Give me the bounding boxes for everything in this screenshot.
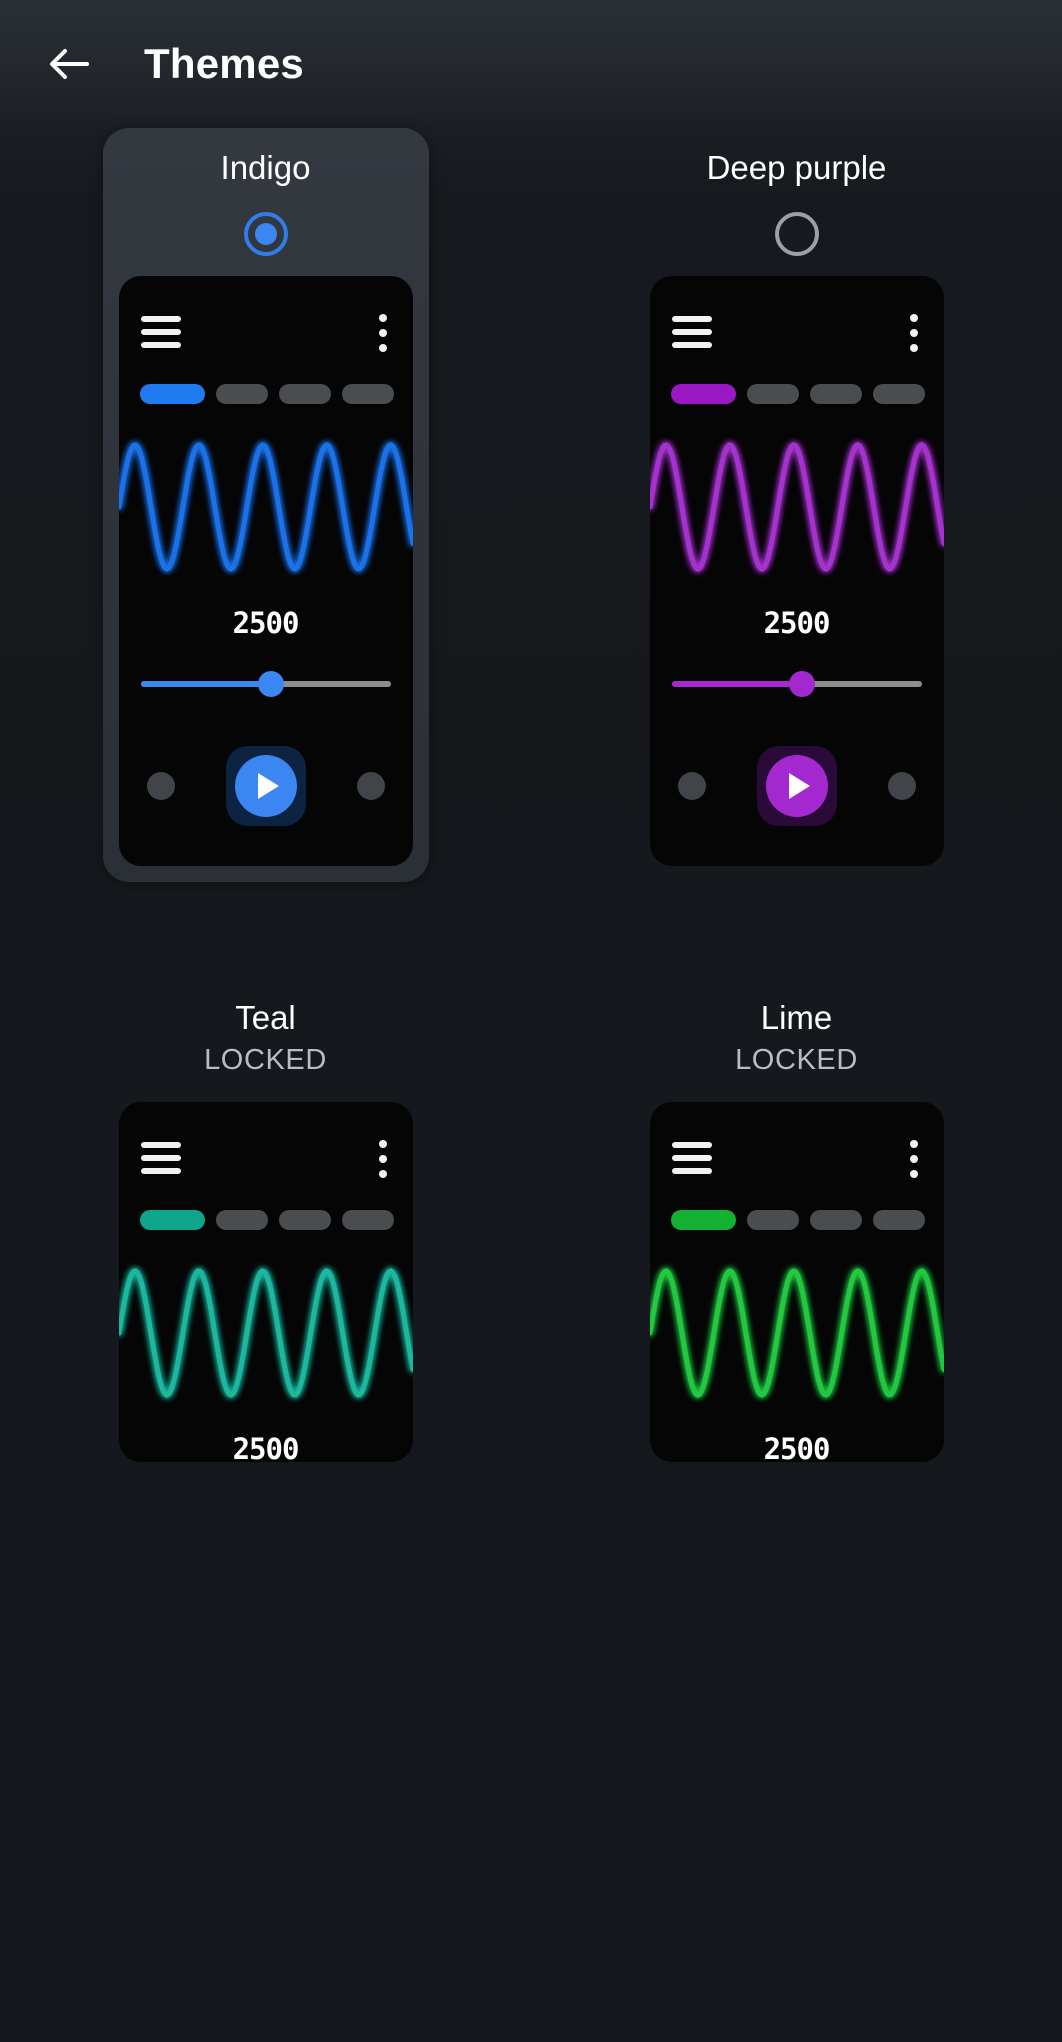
play-button[interactable] — [225, 746, 306, 826]
theme-preview[interactable]: 2500 — [649, 1102, 944, 1462]
preview-top-bar — [119, 1136, 413, 1184]
slider-thumb[interactable] — [788, 671, 815, 697]
preview-pill-row — [670, 384, 925, 404]
theme-option-deep-purple[interactable]: Deep purple 2500 — [634, 128, 960, 882]
preview-pill[interactable] — [872, 1210, 925, 1230]
preview-pill[interactable] — [278, 1210, 331, 1230]
frequency-value: 2500 — [763, 606, 831, 640]
kebab-menu-icon[interactable] — [908, 1140, 920, 1178]
theme-cell: Deep purple 2500 — [531, 128, 1062, 882]
theme-cell: Teal LOCKED 2500 — [0, 978, 531, 1478]
theme-grid: Indigo 2500 Deep purple 2500 Teal LOCKED 2500 L… — [0, 128, 1062, 1478]
slider-fill — [671, 681, 802, 687]
themes-screen: Themes Indigo 2500 Deep purple 2500 Teal LOCK… — [0, 0, 1062, 2042]
slider-thumb[interactable] — [257, 671, 284, 697]
frequency-value: 2500 — [763, 1432, 831, 1462]
theme-name-label: Indigo — [220, 149, 311, 186]
previous-dot-button[interactable] — [677, 772, 706, 800]
preview-pill[interactable] — [746, 384, 799, 404]
theme-option-teal[interactable]: Teal LOCKED 2500 — [103, 978, 429, 1478]
preview-pill[interactable] — [215, 384, 268, 404]
play-icon — [257, 773, 279, 799]
waveform-graph — [649, 1250, 944, 1416]
preview-pill[interactable] — [278, 384, 331, 404]
theme-option-indigo[interactable]: Indigo 2500 — [102, 128, 429, 882]
preview-top-bar — [650, 310, 944, 358]
play-icon — [788, 773, 810, 799]
preview-pill-row — [139, 1210, 394, 1230]
app-bar: Themes — [0, 0, 1062, 128]
theme-preview[interactable]: 2500 — [649, 276, 944, 866]
next-dot-button[interactable] — [887, 772, 916, 800]
preview-pill[interactable] — [139, 384, 205, 404]
preview-top-bar — [119, 310, 413, 358]
preview-pill[interactable] — [670, 384, 736, 404]
preview-pill[interactable] — [341, 1210, 394, 1230]
preview-pill[interactable] — [809, 384, 862, 404]
back-button[interactable] — [26, 21, 112, 107]
transport-controls — [119, 746, 413, 826]
waveform-graph — [118, 1250, 413, 1416]
transport-controls — [650, 746, 944, 826]
waveform-graph — [649, 424, 944, 590]
frequency-value: 2500 — [232, 606, 300, 640]
play-button[interactable] — [756, 746, 837, 826]
preview-pill[interactable] — [746, 1210, 799, 1230]
theme-name-label: Lime — [760, 999, 833, 1036]
next-dot-button[interactable] — [356, 772, 385, 800]
preview-pill[interactable] — [139, 1210, 205, 1230]
preview-pill-row — [139, 384, 394, 404]
theme-cell: Indigo 2500 — [0, 128, 531, 882]
preview-pill[interactable] — [809, 1210, 862, 1230]
theme-radio-indigo[interactable] — [243, 212, 288, 256]
kebab-menu-icon[interactable] — [377, 1140, 389, 1178]
preview-pill[interactable] — [215, 1210, 268, 1230]
frequency-slider[interactable] — [671, 671, 922, 697]
frequency-slider[interactable] — [140, 671, 391, 697]
preview-pill-row — [670, 1210, 925, 1230]
row-spacer — [0, 882, 1062, 978]
theme-name-label: Teal — [235, 999, 296, 1036]
slider-fill — [140, 681, 271, 687]
previous-dot-button[interactable] — [146, 772, 175, 800]
waveform-graph — [118, 424, 413, 590]
preview-pill[interactable] — [872, 384, 925, 404]
theme-status-badge: LOCKED — [204, 1044, 327, 1076]
theme-name-label: Deep purple — [706, 149, 887, 186]
kebab-menu-icon[interactable] — [908, 314, 920, 352]
theme-status-badge: LOCKED — [735, 1044, 858, 1076]
theme-preview[interactable]: 2500 — [118, 276, 413, 866]
arrow-left-icon — [45, 40, 93, 88]
kebab-menu-icon[interactable] — [377, 314, 389, 352]
preview-pill[interactable] — [670, 1210, 736, 1230]
hamburger-menu-icon[interactable] — [140, 316, 181, 348]
theme-preview[interactable]: 2500 — [118, 1102, 413, 1462]
hamburger-menu-icon[interactable] — [671, 1142, 712, 1174]
hamburger-menu-icon[interactable] — [140, 1142, 181, 1174]
theme-radio-deep-purple[interactable] — [774, 212, 819, 256]
frequency-value: 2500 — [232, 1432, 300, 1462]
preview-top-bar — [650, 1136, 944, 1184]
hamburger-menu-icon[interactable] — [671, 316, 712, 348]
theme-cell: Lime LOCKED 2500 — [531, 978, 1062, 1478]
theme-option-lime[interactable]: Lime LOCKED 2500 — [634, 978, 960, 1478]
preview-pill[interactable] — [341, 384, 394, 404]
page-title: Themes — [144, 40, 304, 87]
